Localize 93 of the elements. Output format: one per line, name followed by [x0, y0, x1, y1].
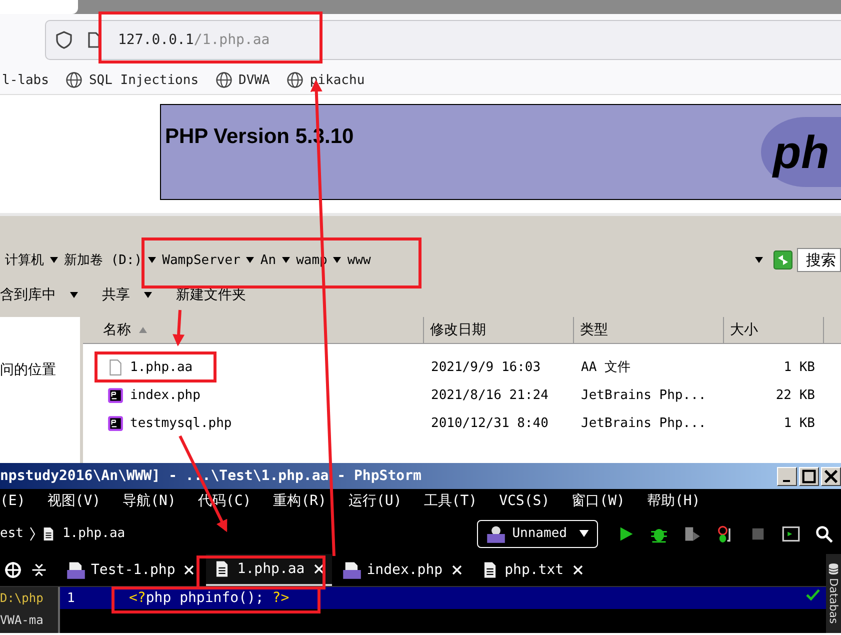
close-icon[interactable]	[572, 565, 583, 575]
column-header[interactable]: 类型	[574, 317, 724, 343]
menu-item[interactable]: 导航(N)	[122, 492, 176, 510]
phpstorm-icon	[107, 386, 124, 404]
file-size: 1 KB	[782, 416, 816, 430]
terminal-icon[interactable]	[782, 524, 800, 542]
dropdown-arrow-icon[interactable]	[148, 257, 156, 263]
dropdown-arrow-icon[interactable]	[144, 292, 152, 298]
sort-arrow-icon	[139, 327, 147, 333]
toolbar-button[interactable]: 共享	[102, 286, 152, 304]
phpstorm-icon	[107, 414, 124, 432]
menu-item[interactable]: 帮助(H)	[646, 492, 700, 510]
file-size: 1 KB	[782, 360, 816, 374]
dropdown-arrow-icon	[579, 530, 589, 537]
menu-item[interactable]: 工具(T)	[424, 492, 478, 510]
file-icon	[107, 358, 124, 376]
bookmark-link[interactable]: SQL Injections	[88, 72, 199, 88]
project-tree-item[interactable]: D:\php	[0, 587, 58, 609]
document-icon	[42, 526, 56, 542]
menu-item[interactable]: VCS(S)	[499, 493, 550, 509]
minimize-button[interactable]	[777, 466, 797, 486]
nav-item[interactable]: 问的位置	[0, 361, 56, 379]
run-configuration-dropdown[interactable]: Unnamed	[477, 520, 598, 548]
file-name[interactable]: 1.php.aa	[130, 360, 193, 374]
close-icon[interactable]	[452, 565, 462, 575]
menu-item[interactable]: 窗口(W)	[572, 492, 625, 510]
globe-icon	[286, 71, 304, 89]
search-icon[interactable]	[815, 524, 833, 542]
column-header[interactable]: 名称	[83, 317, 424, 343]
project-tree-item[interactable]: VWA-ma	[0, 609, 58, 631]
breadcrumb-item[interactable]: 计算机	[5, 251, 44, 269]
bookmark-link[interactable]: DVWA	[238, 72, 270, 88]
dropdown-arrow-icon[interactable]	[282, 257, 290, 263]
toolbar-button[interactable]: 新建文件夹	[176, 286, 246, 304]
php-logo: ph	[761, 117, 841, 187]
menu-item[interactable]: 视图(V)	[47, 492, 101, 510]
editor-tab[interactable]: php.txt	[474, 555, 591, 585]
refresh-icon[interactable]	[773, 250, 793, 270]
annotation-arrow	[172, 310, 185, 346]
breadcrumb-item[interactable]: 新加卷 (D:)	[64, 251, 142, 269]
crosshair-icon[interactable]	[4, 561, 22, 579]
url-text: 127.0.0.1/1.php.aa	[118, 32, 270, 48]
modified-date: 2021/9/9 16:03	[430, 360, 542, 374]
dropdown-arrow-icon[interactable]	[246, 257, 254, 263]
menu-item[interactable]: 运行(U)	[348, 492, 402, 510]
code-line: <?php phpinfo(); ?>	[129, 590, 290, 606]
bookmark-link[interactable]: pikachu	[310, 72, 365, 88]
editor-tab[interactable]: index.php	[336, 555, 470, 585]
php-globe-icon	[486, 524, 506, 542]
modified-date: 2021/8/16 21:24	[430, 388, 550, 402]
close-icon[interactable]	[184, 565, 194, 575]
maximize-icon	[800, 468, 818, 484]
breadcrumb-item[interactable]: est	[0, 526, 24, 541]
column-header[interactable]: 修改日期	[424, 317, 574, 343]
file-type: JetBrains Php...	[580, 388, 708, 402]
modified-date: 2010/12/31 8:40	[430, 416, 550, 430]
file-type: JetBrains Php...	[580, 416, 708, 430]
file-type: AA 文件	[580, 359, 632, 376]
check-icon	[806, 589, 820, 601]
dropdown-arrow-icon[interactable]	[70, 292, 78, 298]
chevron-icon	[30, 526, 36, 540]
breadcrumb-item[interactable]: 1.php.aa	[62, 526, 126, 541]
menu-item[interactable]: (E)	[0, 493, 26, 509]
search-field[interactable]: 搜索	[797, 248, 841, 272]
close-button[interactable]	[821, 466, 841, 486]
php-file-icon	[342, 561, 362, 579]
file-size: 22 KB	[774, 388, 816, 402]
bookmark-link[interactable]: l-labs	[2, 72, 49, 88]
minimize-icon	[783, 480, 790, 482]
toolbar-button[interactable]: 含到库中	[0, 286, 78, 304]
breadcrumb-item[interactable]: www	[347, 252, 371, 268]
breadcrumb-item[interactable]: WampServer	[162, 252, 240, 268]
file-name[interactable]: index.php	[130, 388, 200, 402]
globe-icon	[64, 71, 83, 89]
address-bar[interactable]: 127.0.0.1/1.php.aa	[45, 20, 841, 60]
database-icon[interactable]	[828, 562, 839, 576]
close-icon	[822, 468, 840, 484]
maximize-button[interactable]	[799, 466, 819, 486]
shield-icon[interactable]	[54, 30, 74, 50]
column-header[interactable]: 大小	[724, 317, 824, 343]
database-tool-tab[interactable]: Databas	[827, 578, 840, 624]
globe-icon	[214, 71, 233, 89]
file-name[interactable]: testmysql.php	[130, 416, 232, 430]
dropdown-arrow-icon[interactable]	[333, 257, 342, 263]
line-number: 1	[66, 590, 76, 606]
dropdown-arrow-icon[interactable]	[755, 257, 763, 263]
collapse-icon[interactable]	[30, 561, 48, 579]
php-file-icon	[66, 561, 86, 579]
close-icon[interactable]	[314, 564, 324, 574]
menu-item[interactable]: 重构(R)	[273, 492, 326, 510]
breadcrumb-item[interactable]: An	[260, 252, 276, 268]
editor-tab[interactable]: Test-1.php	[60, 555, 202, 585]
dropdown-arrow-icon[interactable]	[50, 257, 58, 263]
